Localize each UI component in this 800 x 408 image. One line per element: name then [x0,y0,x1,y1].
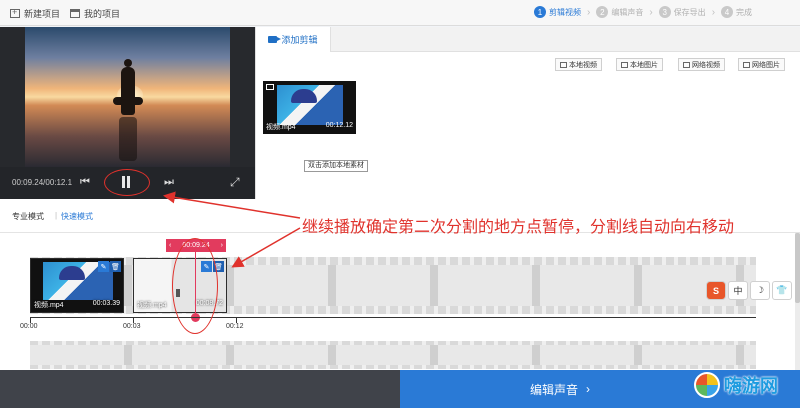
pause-icon[interactable] [119,175,133,189]
clip-tools: ✎ 🗑 [98,261,121,272]
web-image-button[interactable]: 网络图片 [738,58,785,71]
ruler-label: 00:12 [226,323,244,330]
moon-icon[interactable]: ☽ [750,281,770,300]
playback-time: 00:09.24/00:12.1 [12,178,73,187]
local-image-button[interactable]: 本地图片 [616,58,663,71]
new-project-icon [10,7,20,18]
web-video-button[interactable]: 网络视频 [678,58,725,71]
local-video-label: 本地视频 [569,61,597,69]
bottom-bar: 编辑声音 › [0,370,800,408]
asset-tab-row: 添加剪辑 [256,27,800,52]
previous-frame-icon[interactable]: ⏮ [80,176,90,188]
step-3: 3 保存导出 [658,6,706,18]
watermark-text: 嗨游网 [724,376,778,396]
clip-name: 视频.mp4 [34,302,64,309]
scrollbar-thumb[interactable] [795,233,800,303]
video-icon [683,61,690,68]
thumbnail-art [277,85,343,125]
trash-icon[interactable]: 🗑 [110,261,121,272]
asset-thumbnail[interactable]: 视频.mp4 00:12.12 [263,81,356,134]
step-number: 1 [534,6,546,18]
asset-duration: 00:12.12 [325,122,353,129]
chevron-right-icon[interactable]: › [221,242,223,249]
watermark-logo-icon [694,372,720,398]
my-projects-label: 我的项目 [84,9,121,19]
audio-track[interactable] [30,341,756,369]
step-number: 3 [658,6,671,18]
ime-logo-icon[interactable]: S [706,281,726,300]
step-1: 1 剪辑视频 [534,6,581,18]
image-icon [621,61,628,68]
timeline-scrollbar[interactable] [795,233,800,370]
step-number: 2 [596,6,609,18]
mode-separator: | [55,211,58,220]
new-project-button[interactable]: 新建项目 [10,7,60,20]
annotation-text: 继续播放确定第二次分割的地方点暂停，分割线自动向右移动 [302,219,735,236]
track-frames [30,345,756,365]
next-frame-icon[interactable]: ⏭ [164,176,174,188]
web-image-label: 网络图片 [752,61,780,69]
image-icon [743,61,750,68]
local-image-label: 本地图片 [630,61,658,69]
step-indicator: 1 剪辑视频 › 2 编辑声音 › 3 保存导出 › 4 完成 [534,6,752,18]
clip-meta: 视频.mp4 00:03.39 [34,300,120,310]
step-label: 编辑声音 [611,7,644,17]
top-bar: 新建项目 我的项目 1 剪辑视频 › 2 编辑声音 › 3 保存导出 › 4 完… [0,0,800,26]
step-label: 保存导出 [673,7,706,17]
chevron-right-icon: › [711,6,716,18]
skin-icon[interactable]: 👕 [772,281,792,300]
chevron-right-icon: › [649,6,653,18]
video-icon [560,61,567,68]
step-2: 2 编辑声音 [596,6,643,18]
step-label: 剪辑视频 [549,7,581,17]
camera-icon [268,36,282,43]
asset-name: 视频.mp4 [266,124,296,131]
video-preview[interactable] [25,27,230,167]
ruler-label: 00:03 [123,323,141,330]
time-ruler [30,317,756,318]
clip-duration: 00:03.39 [92,300,120,307]
player-controls: 00:09.24/00:12.1 ⏮ ⏭ ⤢ [0,167,255,199]
video-reflection [119,117,137,161]
timeline: ✎ 🗑 视频.mp4 00:03.39 ✎ 🗑 视频.mp4 00:08.72 … [0,233,795,370]
fullscreen-icon[interactable]: ⤢ [230,176,240,188]
ime-toolbar: S 中 ☽ 👕 [706,281,792,300]
edit-audio-label: 编辑声音 [529,382,578,397]
step-label: 完成 [736,7,753,17]
ime-language-toggle[interactable]: 中 [728,281,748,300]
local-video-button[interactable]: 本地视频 [555,58,602,71]
ruler-label: 00:00 [20,323,38,330]
tab-add-clip-label: 添加剪辑 [281,35,318,45]
thumbnail-meta: 视频.mp4 00:12.12 [266,122,353,132]
playhead-highlight-ring [172,238,218,334]
watermark: 嗨游网 [694,372,778,398]
web-video-label: 网络视频 [692,61,720,69]
asset-panel: 添加剪辑 本地视频 本地图片 网络视频 网络图片 视频.mp4 00:12.12… [255,27,800,199]
video-icon [266,84,274,90]
tab-add-clip[interactable]: 添加剪辑 [256,27,331,52]
my-projects-button[interactable]: 我的项目 [70,7,120,20]
clip-name: 视频.mp4 [137,302,167,309]
step-4: 4 完成 [721,6,752,18]
fast-mode-link[interactable]: 快速模式 [61,211,93,222]
pro-mode-link[interactable]: 专业模式 [12,211,44,222]
folder-icon [70,9,80,18]
video-figure [113,59,143,115]
video-preview-panel: 00:09.24/00:12.1 ⏮ ⏭ ⤢ [0,27,255,199]
tooltip: 双击添加本地素材 [304,160,368,172]
timeline-clip-1[interactable]: ✎ 🗑 视频.mp4 00:03.39 [30,258,124,313]
chevron-right-icon: › [587,6,591,18]
chevron-right-icon: › [586,382,590,396]
chevron-left-icon[interactable]: ‹ [169,242,171,249]
new-project-label: 新建项目 [24,9,61,19]
edit-icon[interactable]: ✎ [98,261,109,272]
step-number: 4 [721,6,734,18]
